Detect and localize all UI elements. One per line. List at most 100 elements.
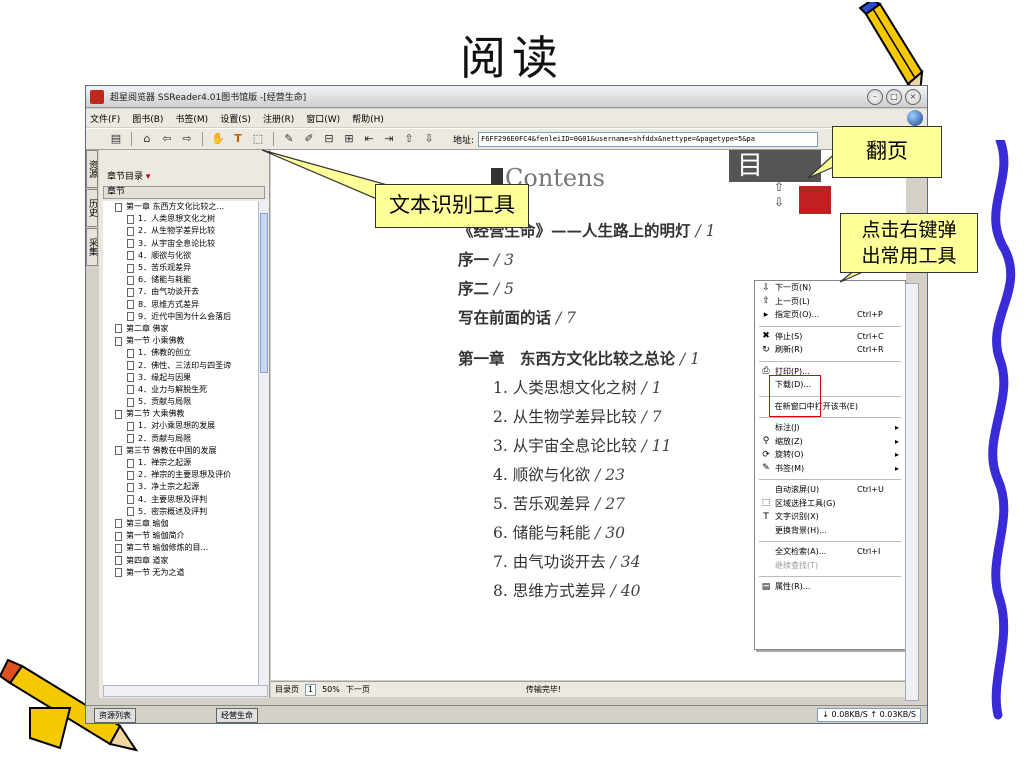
menu-settings[interactable]: 设置(S) (218, 112, 253, 125)
chapter-tree-item[interactable]: 6．储能与耗能 (103, 274, 258, 286)
zoom-level[interactable]: 50% (322, 685, 340, 694)
chapter-tree-item[interactable]: 2．贡献与局限 (103, 433, 258, 445)
chapter-tree-item[interactable]: 4．主要思想及评判 (103, 494, 258, 506)
toc-entry[interactable]: 2. 从生物学差异比较 / 7 (493, 405, 662, 427)
chapter-tree-item[interactable]: 第二节 瑜伽修炼的目... (103, 542, 258, 554)
toc-entry[interactable]: 序二 / 5 (458, 277, 514, 299)
toc-entry[interactable]: 序一 / 3 (458, 248, 514, 270)
chapter-tree-item[interactable]: 4．业力与解脱生死 (103, 384, 258, 396)
chapter-tree-item[interactable]: 第三节 佛教在中国的发展 (103, 445, 258, 457)
chapter-tree-item[interactable]: 1．佛教的创立 (103, 347, 258, 359)
bookmark-icon[interactable]: ✐ (301, 131, 317, 147)
chapter-tree-item[interactable]: 5．苦乐观差异 (103, 262, 258, 274)
chapter-tree-item[interactable]: 5．密宗概述及评判 (103, 506, 258, 518)
hand-tool-icon[interactable]: ✋ (210, 131, 226, 147)
context-menu-item[interactable]: 全文检索(A)... Ctrl+I (755, 545, 905, 559)
toc-entry[interactable]: 第一章 东西方文化比较之总论 / 1 (458, 347, 700, 369)
chapter-tree-item[interactable]: 1．对小乘思想的发展 (103, 420, 258, 432)
chapter-tree-item[interactable]: 1．人类思想文化之树 (103, 213, 258, 225)
menu-window[interactable]: 窗口(W) (304, 112, 342, 125)
toc-entry[interactable]: 写在前面的话 / 7 (458, 306, 576, 328)
chapter-tree-item[interactable]: 3．从宇宙全息论比较 (103, 238, 258, 250)
toc-entry[interactable]: 1. 人类思想文化之树 / 1 (493, 376, 662, 398)
forward-icon[interactable]: ⇨ (179, 131, 195, 147)
toc-entry[interactable]: 7. 由气功谈开去 / 34 (493, 550, 641, 572)
next-page-button[interactable]: 下一页 (346, 684, 370, 695)
context-menu-item[interactable]: ⎙ 打印(P)... (755, 365, 905, 379)
chapter-tree-item[interactable]: 8．思维方式差异 (103, 299, 258, 311)
chapter-tree-item[interactable]: 第四章 道家 (103, 554, 258, 566)
chapter-tree-item[interactable]: 第一章 东西方文化比较之... (103, 201, 258, 213)
chapter-tree-item[interactable]: 7．由气功谈开去 (103, 286, 258, 298)
chapter-tree-item[interactable]: 3．净土宗之起源 (103, 481, 258, 493)
toc-icon[interactable]: ▤ (108, 131, 124, 147)
zoom-in-icon[interactable]: ⊞ (341, 131, 357, 147)
context-menu-item[interactable]: 标注(J) ▸ (755, 421, 905, 435)
tab-collect[interactable]: 采集 (86, 228, 98, 266)
dropdown-icon[interactable]: ▾ (146, 172, 151, 182)
context-menu-item[interactable]: 下载(D)... (755, 378, 905, 392)
book-tab[interactable]: 经营生命 (216, 707, 258, 723)
toc-page-dropdown[interactable]: 目录页 (275, 684, 299, 695)
zoom-out-icon[interactable]: ⊟ (321, 131, 337, 147)
address-field[interactable]: F6FF296E0FC4&fenleiID=0G01&username=shfd… (478, 131, 819, 147)
chapter-tree-item[interactable]: 9．近代中国为什么会落后 (103, 311, 258, 323)
menu-file[interactable]: 文件(F) (88, 112, 122, 125)
home-icon[interactable]: ⌂ (139, 131, 155, 147)
context-menu-item[interactable]: ⇩ 下一页(N) (755, 281, 905, 295)
page-down-arrow-icon[interactable]: ⇩ (771, 195, 787, 210)
page-up-icon[interactable]: ⇧ (401, 131, 417, 147)
page-number-input[interactable]: 1 (305, 683, 317, 696)
maximize-button[interactable]: □ (886, 88, 902, 105)
page-up-arrow-icon[interactable]: ⇧ (771, 180, 787, 195)
chapter-tree-item[interactable]: 3．缘起与因果 (103, 372, 258, 384)
scroll-thumb[interactable] (260, 213, 268, 373)
chapter-scrollbar[interactable] (258, 201, 268, 685)
chapter-tree-item[interactable]: 第三章 瑜伽 (103, 518, 258, 530)
chapter-panel-header[interactable]: 章节目录 ▾ (103, 168, 265, 186)
last-page-icon[interactable]: ⇥ (381, 131, 397, 147)
context-menu-item[interactable]: T 文字识别(X) (755, 510, 905, 524)
chapter-tree-item[interactable]: 第二节 大乘佛教 (103, 408, 258, 420)
menu-bookmark[interactable]: 书签(M) (173, 112, 210, 125)
context-menu-item[interactable]: 自动滚屏(U) Ctrl+U (755, 483, 905, 497)
chapter-tree-item[interactable]: 第一节 小乘佛教 (103, 335, 258, 347)
region-select-icon[interactable]: ⬚ (250, 131, 266, 147)
context-menu-item[interactable]: ✎ 书签(M) ▸ (755, 462, 905, 476)
chapter-tree-item[interactable]: 2．从生物学差异比较 (103, 225, 258, 237)
context-menu-item[interactable]: ⇧ 上一页(L) (755, 295, 905, 309)
chapter-hscrollbar[interactable] (103, 685, 268, 697)
chapter-tree-item[interactable]: 2．禅宗的主要思想及评价 (103, 469, 258, 481)
context-menu-item[interactable]: ▤ 属性(R)... (755, 580, 905, 594)
page-down-icon[interactable]: ⇩ (421, 131, 437, 147)
text-recognition-icon[interactable]: T (230, 131, 246, 147)
tab-history[interactable]: 历史 (86, 189, 98, 227)
minimize-button[interactable]: – (867, 88, 883, 105)
chapter-tree-item[interactable]: 第一节 无为之道 (103, 567, 258, 579)
tab-resources[interactable]: 资源 (86, 150, 98, 188)
reader-vscrollbar[interactable] (905, 283, 919, 701)
chapter-tree-item[interactable]: 第二章 佛家 (103, 323, 258, 335)
menu-book[interactable]: 图书(B) (130, 112, 165, 125)
back-icon[interactable]: ⇦ (159, 131, 175, 147)
menu-help[interactable]: 帮助(H) (350, 112, 386, 125)
chapter-tree-item[interactable]: 2．佛性、三法印与四圣谛 (103, 359, 258, 371)
toc-entry[interactable]: 5. 苦乐观差异 / 27 (493, 492, 625, 514)
toc-entry[interactable]: 3. 从宇宙全息论比较 / 11 (493, 434, 672, 456)
first-page-icon[interactable]: ⇤ (361, 131, 377, 147)
annotate-icon[interactable]: ✎ (281, 131, 297, 147)
menu-register[interactable]: 注册(R) (261, 112, 296, 125)
page-turn-control[interactable]: ⇧ ⇩ (771, 180, 787, 210)
toc-entry[interactable]: 8. 思维方式差异 / 40 (493, 579, 641, 601)
context-menu-item[interactable]: ⬚ 区域选择工具(G) (755, 497, 905, 511)
chapter-tree-item[interactable]: 第一节 瑜伽简介 (103, 530, 258, 542)
context-menu-item[interactable]: ▸ 指定页(O)... Ctrl+P (755, 308, 905, 322)
chapter-tree-item[interactable]: 1．禅宗之起源 (103, 457, 258, 469)
close-button[interactable]: × (905, 88, 921, 105)
chapter-tree-item[interactable]: 5．贡献与局限 (103, 396, 258, 408)
chapter-tree-item[interactable]: 4．顺欲与化欲 (103, 250, 258, 262)
context-menu-item[interactable]: ⟳ 旋转(O) ▸ (755, 448, 905, 462)
toc-entry[interactable]: 4. 顺欲与化欲 / 23 (493, 463, 625, 485)
resource-list-tab[interactable]: 资源列表 (94, 707, 136, 723)
context-menu-item[interactable]: ↻ 刷新(R) Ctrl+R (755, 343, 905, 357)
